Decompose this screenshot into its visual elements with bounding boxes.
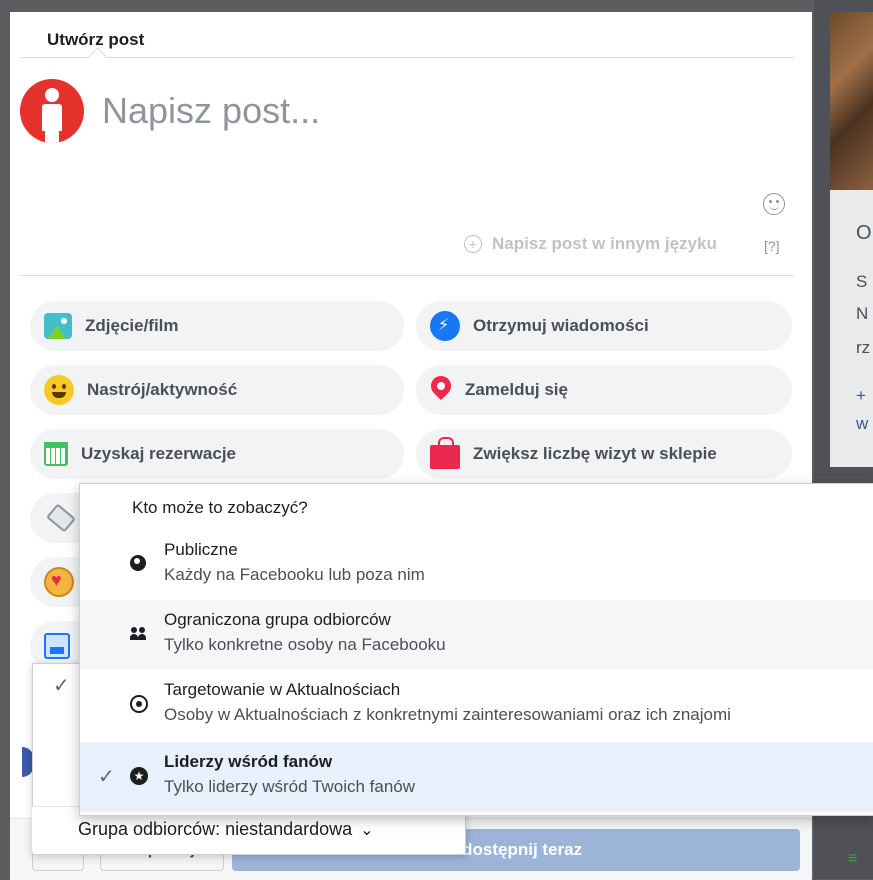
checkmark-icon: ✓ — [53, 675, 70, 697]
option-subtitle: Osoby w Aktualnościach z konkretnymi zai… — [164, 705, 731, 724]
calendar-icon — [44, 442, 68, 466]
check-in-button[interactable]: Zamelduj się — [416, 365, 792, 415]
option-subtitle: Tylko liderzy wśród Twoich fanów — [164, 777, 416, 796]
background-link[interactable]: + — [856, 386, 866, 406]
option-title: Ograniczona grupa odbiorców — [164, 610, 391, 629]
action-label: Zamelduj się — [465, 380, 568, 399]
location-pin-icon — [430, 375, 452, 405]
background-photo — [830, 12, 873, 190]
audience-option-public[interactable]: Publiczne Każdy na Facebooku lub poza ni… — [80, 530, 873, 600]
chevron-down-icon: ⌄ — [360, 821, 374, 839]
tab-create-post[interactable]: Utwórz post — [47, 30, 144, 50]
avatar — [20, 79, 84, 143]
action-label: Otrzymuj wiadomości — [473, 316, 649, 335]
audience-option-top-fans[interactable]: ✓ ★ Liderzy wśród fanów Tylko liderzy wś… — [80, 742, 873, 812]
messenger-icon — [430, 311, 460, 341]
image-frame-icon — [44, 633, 70, 659]
action-label: Zwiększ liczbę wizyt w sklepie — [473, 444, 717, 463]
tab-divider — [20, 57, 794, 58]
background-text: rz — [856, 338, 871, 357]
option-title: Targetowanie w Aktualnościach — [164, 680, 401, 699]
plus-circle-icon: + — [464, 235, 482, 253]
other-language-label: Napisz post w innym języku — [492, 234, 717, 253]
star-badge-icon: ★ — [130, 767, 148, 785]
shopping-bag-icon — [430, 437, 460, 469]
get-messages-button[interactable]: Otrzymuj wiadomości — [416, 301, 792, 351]
audience-menu: Kto może to zobaczyć? Publiczne Każdy na… — [79, 483, 873, 816]
photo-icon — [44, 313, 72, 339]
target-icon — [130, 695, 148, 713]
background-link[interactable]: w — [856, 414, 868, 434]
action-label: Zdjęcie/film — [85, 316, 179, 335]
option-subtitle: Każdy na Facebooku lub poza nim — [164, 565, 425, 584]
tag-icon — [44, 503, 74, 533]
emoji-picker-icon[interactable] — [763, 193, 785, 215]
post-text-input[interactable]: Napisz post... — [102, 90, 320, 132]
action-label: Uzyskaj rezerwacje — [81, 444, 236, 463]
audience-option-restricted[interactable]: Ograniczona grupa odbiorców Tylko konkre… — [80, 600, 873, 670]
menu-heading: Kto może to zobaczyć? — [132, 498, 308, 517]
background-text: O — [856, 222, 872, 244]
option-title: Liderzy wśród fanów — [164, 752, 333, 771]
option-subtitle: Tylko konkretne osoby na Facebooku — [164, 635, 446, 654]
option-title: Publiczne — [164, 540, 238, 559]
background-text: S — [856, 272, 868, 291]
audience-option-news-feed-targeting[interactable]: Targetowanie w Aktualnościach Osoby w Ak… — [80, 670, 873, 740]
background-logo: ≡ — [848, 850, 858, 867]
help-link[interactable]: [?] — [764, 238, 780, 254]
store-visits-button[interactable]: Zwiększ liczbę wizyt w sklepie — [416, 429, 792, 479]
background-text: N — [856, 304, 869, 323]
divider — [20, 275, 794, 276]
globe-icon — [130, 555, 146, 571]
feeling-activity-button[interactable]: Nastrój/aktywność — [30, 365, 404, 415]
checkmark-icon: ✓ — [98, 766, 115, 788]
get-bookings-button[interactable]: Uzyskaj rezerwacje — [30, 429, 404, 479]
photo-video-button[interactable]: Zdjęcie/film — [30, 301, 404, 351]
other-language-link[interactable]: + Napisz post w innym języku — [464, 234, 717, 254]
smiley-icon — [44, 375, 74, 405]
audience-selector-label: Grupa odbiorców: niestandardowa — [78, 819, 353, 839]
heart-coin-icon — [44, 567, 74, 597]
action-label: Nastrój/aktywność — [87, 380, 238, 399]
people-icon — [130, 625, 148, 643]
